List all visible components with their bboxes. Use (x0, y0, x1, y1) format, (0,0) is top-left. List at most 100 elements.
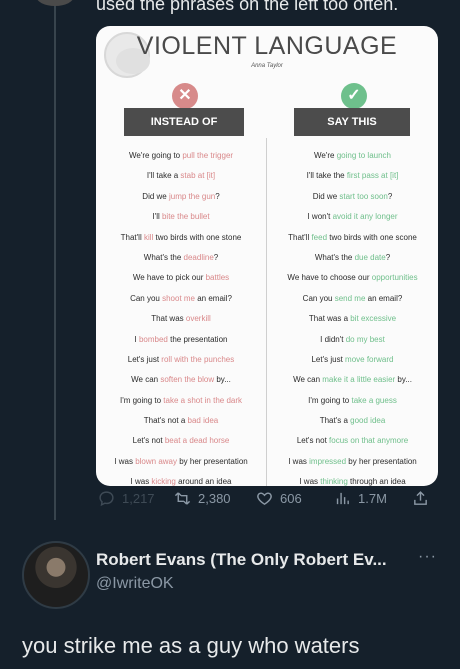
share-button[interactable] (412, 490, 429, 507)
phrase-text: I was (114, 456, 136, 466)
instead-of-phrase: Let's not beat a dead horse (96, 431, 266, 451)
reply-button[interactable]: 1,217 (98, 490, 155, 507)
highlighted-phrase: start too soon (339, 191, 388, 201)
phrase-text: Can you (302, 293, 335, 303)
phrase-text: I'll take the (306, 171, 347, 181)
instead-of-phrase: We're going to pull the trigger (96, 146, 266, 166)
retweet-button[interactable]: 2,380 (174, 490, 231, 507)
highlighted-phrase: going to launch (336, 151, 391, 160)
reply-avatar[interactable] (22, 541, 90, 609)
highlighted-phrase: send me (334, 293, 366, 303)
say-this-phrase: Did we start too soon? (267, 187, 438, 207)
highlighted-phrase: thinking (320, 477, 348, 486)
share-icon (414, 491, 427, 505)
instead-of-phrase: We can soften the blow by... (96, 370, 266, 390)
phrase-text: I'm going to (308, 395, 352, 405)
instead-of-phrase: That's not a bad idea (96, 411, 266, 431)
highlighted-phrase: bombed (138, 334, 168, 344)
reply-display-name[interactable]: Robert Evans (The Only Robert Ev... (96, 550, 387, 570)
attached-image[interactable]: VIOLENT LANGUAGE Anna Taylor ✕ ✓ INSTEAD… (96, 26, 438, 486)
highlighted-phrase: stab at [it] (180, 171, 216, 181)
phrase-text: Let's just (127, 354, 162, 364)
phrase-text: Did we (312, 191, 340, 201)
say-this-phrase: I was impressed by her presentation (267, 452, 438, 472)
phrase-text: I was (288, 456, 310, 466)
phrase-text: I didn't (320, 334, 346, 344)
highlighted-phrase: do my best (345, 334, 385, 344)
avatar[interactable] (36, 0, 74, 6)
highlighted-phrase: avoid it any longer (332, 212, 398, 222)
say-this-phrase: Let's just move forward (267, 350, 438, 370)
phrase-text: We can (293, 375, 323, 385)
phrase-text: by her presentation (346, 456, 417, 466)
say-this-phrase: That'll feed two birds with one scone (267, 228, 438, 248)
views-button[interactable]: 1.7M (334, 490, 387, 507)
instead-of-phrase: I'm going to take a shot in the dark (96, 391, 266, 411)
highlighted-phrase: take a guess (351, 395, 397, 405)
say-this-phrase: Let's not focus on that anymore (267, 431, 438, 451)
left-column-header: INSTEAD OF (124, 108, 244, 136)
phrase-text: We have to pick our (132, 273, 206, 283)
phrase-text: I'll (152, 212, 162, 222)
say-this-phrase: We can make it a little easier by... (267, 370, 438, 390)
instead-of-phrase: Did we jump the gun? (96, 187, 266, 207)
phrase-text: I was (130, 477, 152, 486)
say-this-phrase: We're going to launch (267, 146, 438, 166)
phrase-text: ? (387, 191, 393, 201)
phrase-text: That'll (288, 232, 312, 242)
highlighted-phrase: pull the trigger (182, 151, 234, 160)
retweet-count: 2,380 (198, 491, 231, 506)
reply-handle[interactable]: @IwriteOK (96, 575, 174, 593)
instead-of-phrase: That was overkill (96, 309, 266, 329)
x-icon: ✕ (172, 83, 198, 109)
instead-of-phrase: I'll bite the bullet (96, 207, 266, 227)
say-this-phrase: I'll take the first pass at [it] (267, 166, 438, 186)
right-column-header: SAY THIS (294, 108, 410, 136)
phrase-text: That's a (319, 416, 351, 426)
highlighted-phrase: kicking (151, 477, 176, 486)
highlighted-phrase: battles (205, 273, 230, 283)
views-icon (336, 492, 349, 505)
instead-of-phrase: I'll take a stab at [it] (96, 166, 266, 186)
reply-text: you strike me as a guy who waters (22, 633, 360, 658)
highlighted-phrase: deadline (183, 252, 214, 262)
phrase-text: ? (213, 252, 219, 262)
phrase-text: two birds with one stone (153, 232, 242, 242)
highlighted-phrase: bit excessive (350, 314, 397, 324)
phrase-text: I'll take a (146, 171, 181, 181)
instead-of-phrase: I was blown away by her presentation (96, 452, 266, 472)
highlighted-phrase: move forward (345, 354, 394, 364)
say-this-phrase: I was thinking through an idea (267, 472, 438, 486)
phrase-text: around an idea (175, 477, 232, 486)
phrase-text: an email? (365, 293, 403, 303)
phrase-text: by her presentation (177, 456, 248, 466)
highlighted-phrase: make it a little easier (322, 375, 396, 385)
phrase-text: Let's not (132, 436, 165, 446)
instead-of-phrase: I bombed the presentation (96, 330, 266, 350)
highlighted-phrase: bite the bullet (161, 212, 210, 222)
phrase-text: through an idea (347, 477, 406, 486)
card-author: Anna Taylor (251, 63, 283, 69)
highlighted-phrase: soften the blow (160, 375, 215, 385)
highlighted-phrase: due date (354, 252, 386, 262)
phrase-text: That was (151, 314, 186, 324)
thread-line (54, 0, 56, 520)
more-icon[interactable]: ··· (418, 548, 437, 566)
highlighted-phrase: opportunities (371, 273, 418, 283)
phrase-text: I won't (307, 212, 333, 222)
phrase-text: Let's not (296, 436, 330, 446)
phrase-text: Can you (130, 293, 163, 303)
phrase-text: an email? (195, 293, 232, 303)
reply-count: 1,217 (122, 491, 155, 506)
say-this-column: We're going to launch I'll take the first… (267, 146, 438, 486)
like-button[interactable]: 606 (256, 490, 302, 507)
instead-of-column: We're going to pull the trigger I'll take… (96, 146, 266, 486)
phrase-text: the presentation (167, 334, 228, 344)
phrase-text: ? (215, 191, 220, 201)
instead-of-phrase: Can you shoot me an email? (96, 289, 266, 309)
say-this-phrase: I'm going to take a guess (267, 391, 438, 411)
instead-of-phrase: Let's just roll with the punches (96, 350, 266, 370)
phrase-text: by... (395, 375, 412, 385)
say-this-phrase: That was a bit excessive (267, 309, 438, 329)
phrase-text: two birds with one scone (327, 232, 417, 242)
